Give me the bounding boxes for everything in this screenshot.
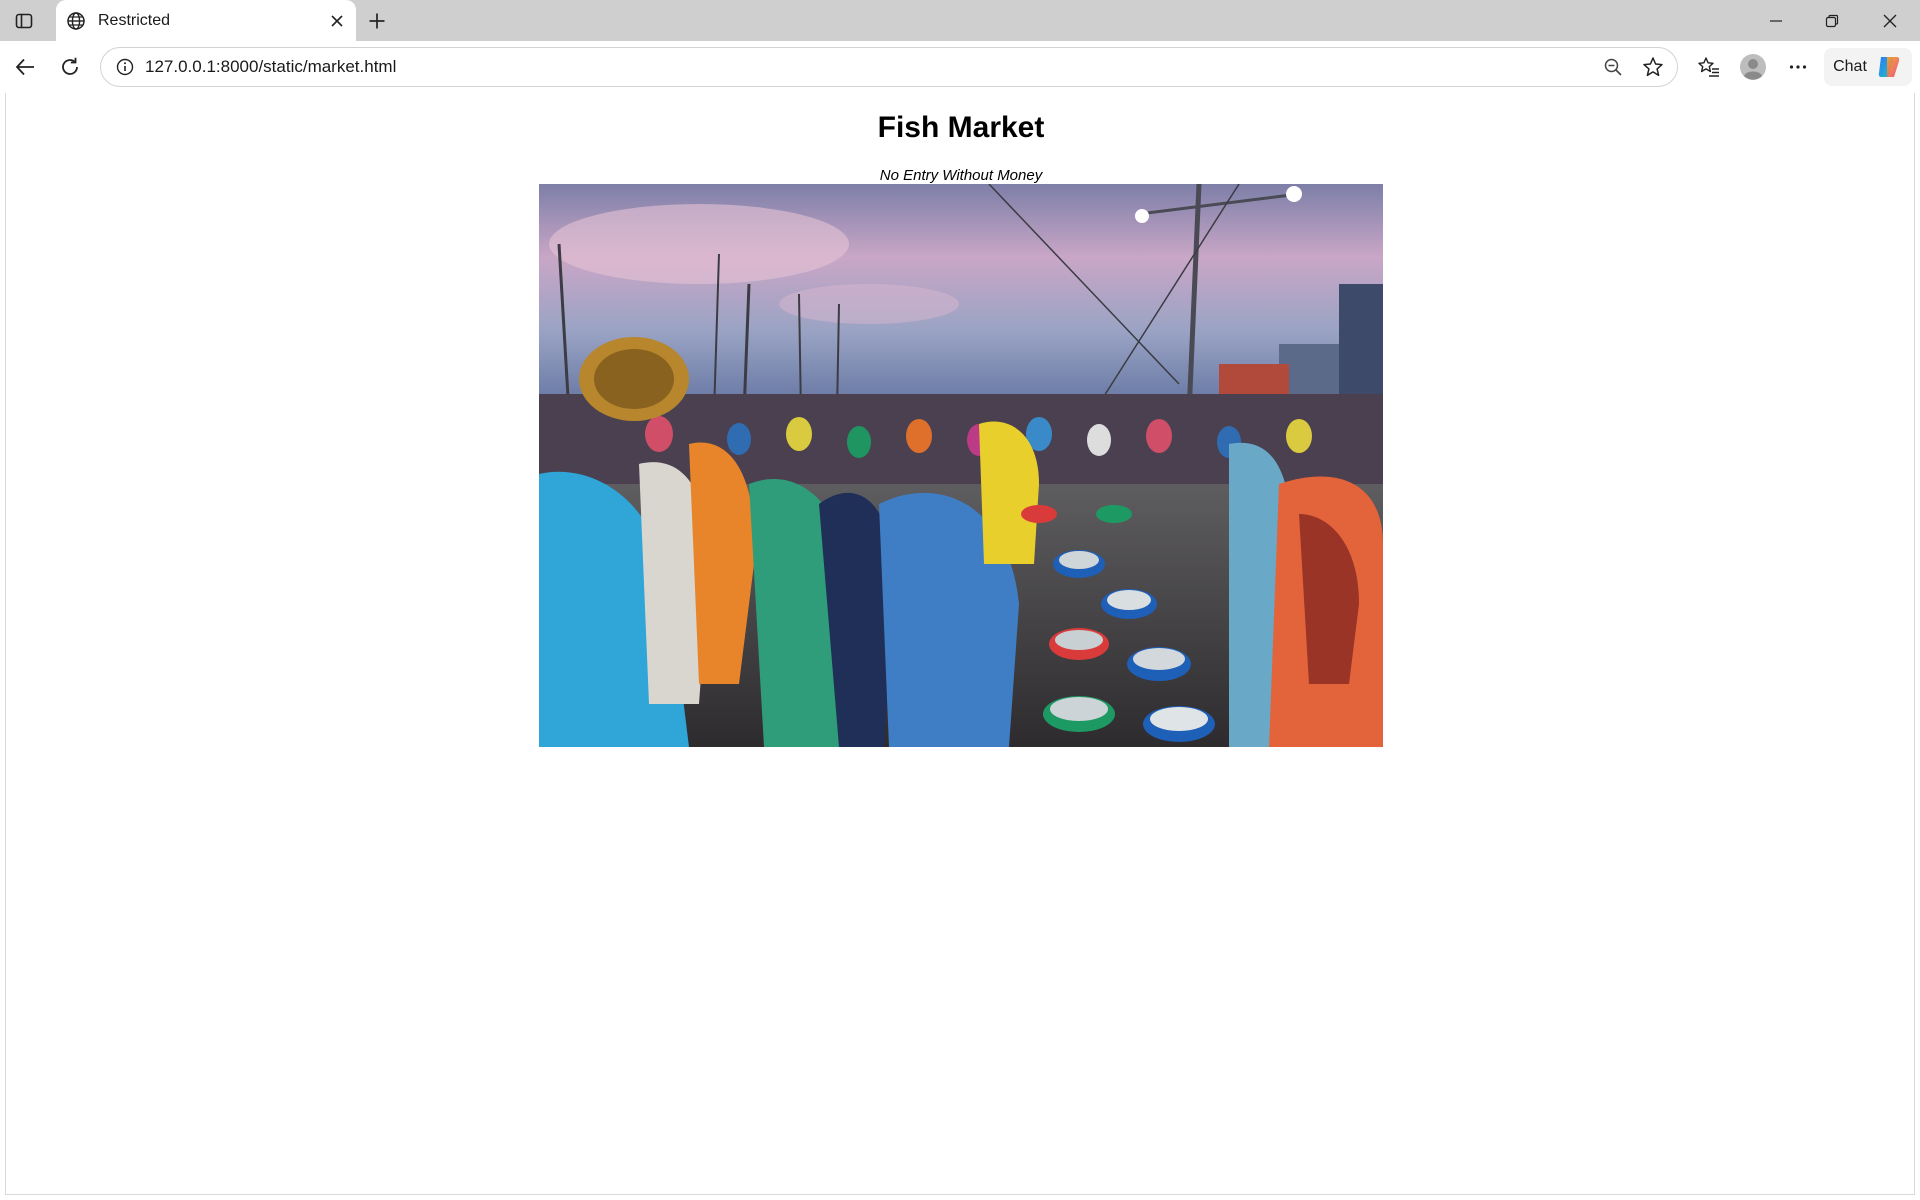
reload-icon (62, 57, 78, 75)
globe-icon (64, 9, 88, 33)
page-caption: No Entry Without Money (879, 167, 1043, 184)
back-button[interactable] (6, 48, 44, 86)
copilot-icon (1878, 57, 1900, 77)
browser-tab[interactable]: Restricted (56, 0, 356, 41)
favorites-button[interactable] (1690, 48, 1728, 86)
site-info-button[interactable] (105, 48, 145, 86)
address-bar[interactable]: 127.0.0.1:8000/static/market.html (100, 47, 1678, 87)
fish-market-photo (539, 184, 1383, 747)
page-viewport: Fish Market No Entry Without Money (5, 93, 1915, 1195)
star-icon (1643, 57, 1663, 77)
settings-and-more-button[interactable] (1779, 48, 1817, 86)
sidebar-icon (15, 13, 33, 29)
arrow-left-icon (15, 58, 34, 76)
zoom-out-icon (1604, 58, 1622, 76)
plus-icon (369, 13, 385, 29)
minimize-icon (1770, 19, 1782, 22)
restore-icon (1825, 14, 1839, 27)
avatar-icon (1740, 54, 1766, 80)
tab-title: Restricted (98, 11, 171, 29)
sidebar-toggle-button[interactable] (8, 5, 40, 37)
close-icon (1883, 14, 1897, 27)
minimize-button[interactable] (1748, 0, 1804, 41)
restore-button[interactable] (1804, 0, 1860, 41)
chat-button[interactable]: Chat (1824, 48, 1912, 86)
window-close-button[interactable] (1862, 0, 1918, 41)
zoom-button[interactable] (1593, 48, 1633, 86)
info-icon (116, 58, 134, 76)
new-tab-button[interactable] (360, 4, 394, 38)
reload-button[interactable] (51, 48, 89, 86)
page-title: Fish Market (877, 111, 1045, 144)
url-text[interactable]: 127.0.0.1:8000/static/market.html (145, 57, 1593, 77)
favorite-button[interactable] (1633, 48, 1673, 86)
tab-strip: Restricted (0, 0, 1920, 41)
chat-label: Chat (1833, 58, 1867, 75)
close-icon (331, 14, 343, 27)
favorites-list-icon (1698, 57, 1719, 77)
tab-close-button[interactable] (322, 6, 352, 36)
profile-button[interactable] (1734, 48, 1772, 86)
more-horizontal-icon (1789, 65, 1807, 69)
browser-toolbar: 127.0.0.1:8000/static/market.html Chat (0, 41, 1920, 93)
